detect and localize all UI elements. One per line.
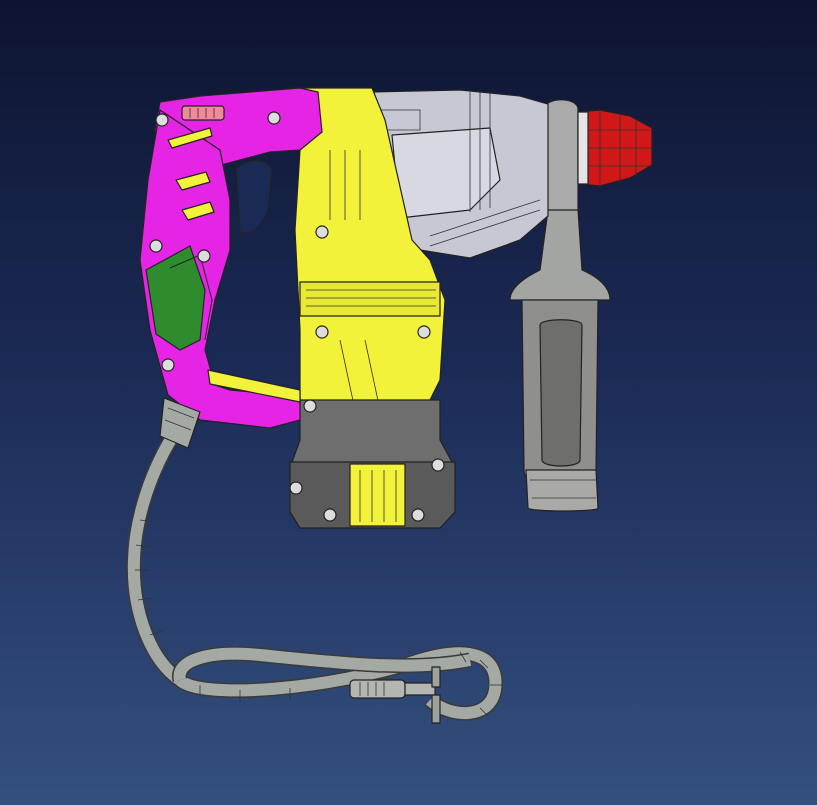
motor-base-cap[interactable]	[289, 399, 456, 529]
3d-viewport[interactable]	[0, 0, 817, 805]
rear-handle-housing[interactable]	[139, 87, 323, 429]
chuck[interactable]	[577, 109, 653, 187]
drill-model[interactable]	[0, 0, 817, 805]
